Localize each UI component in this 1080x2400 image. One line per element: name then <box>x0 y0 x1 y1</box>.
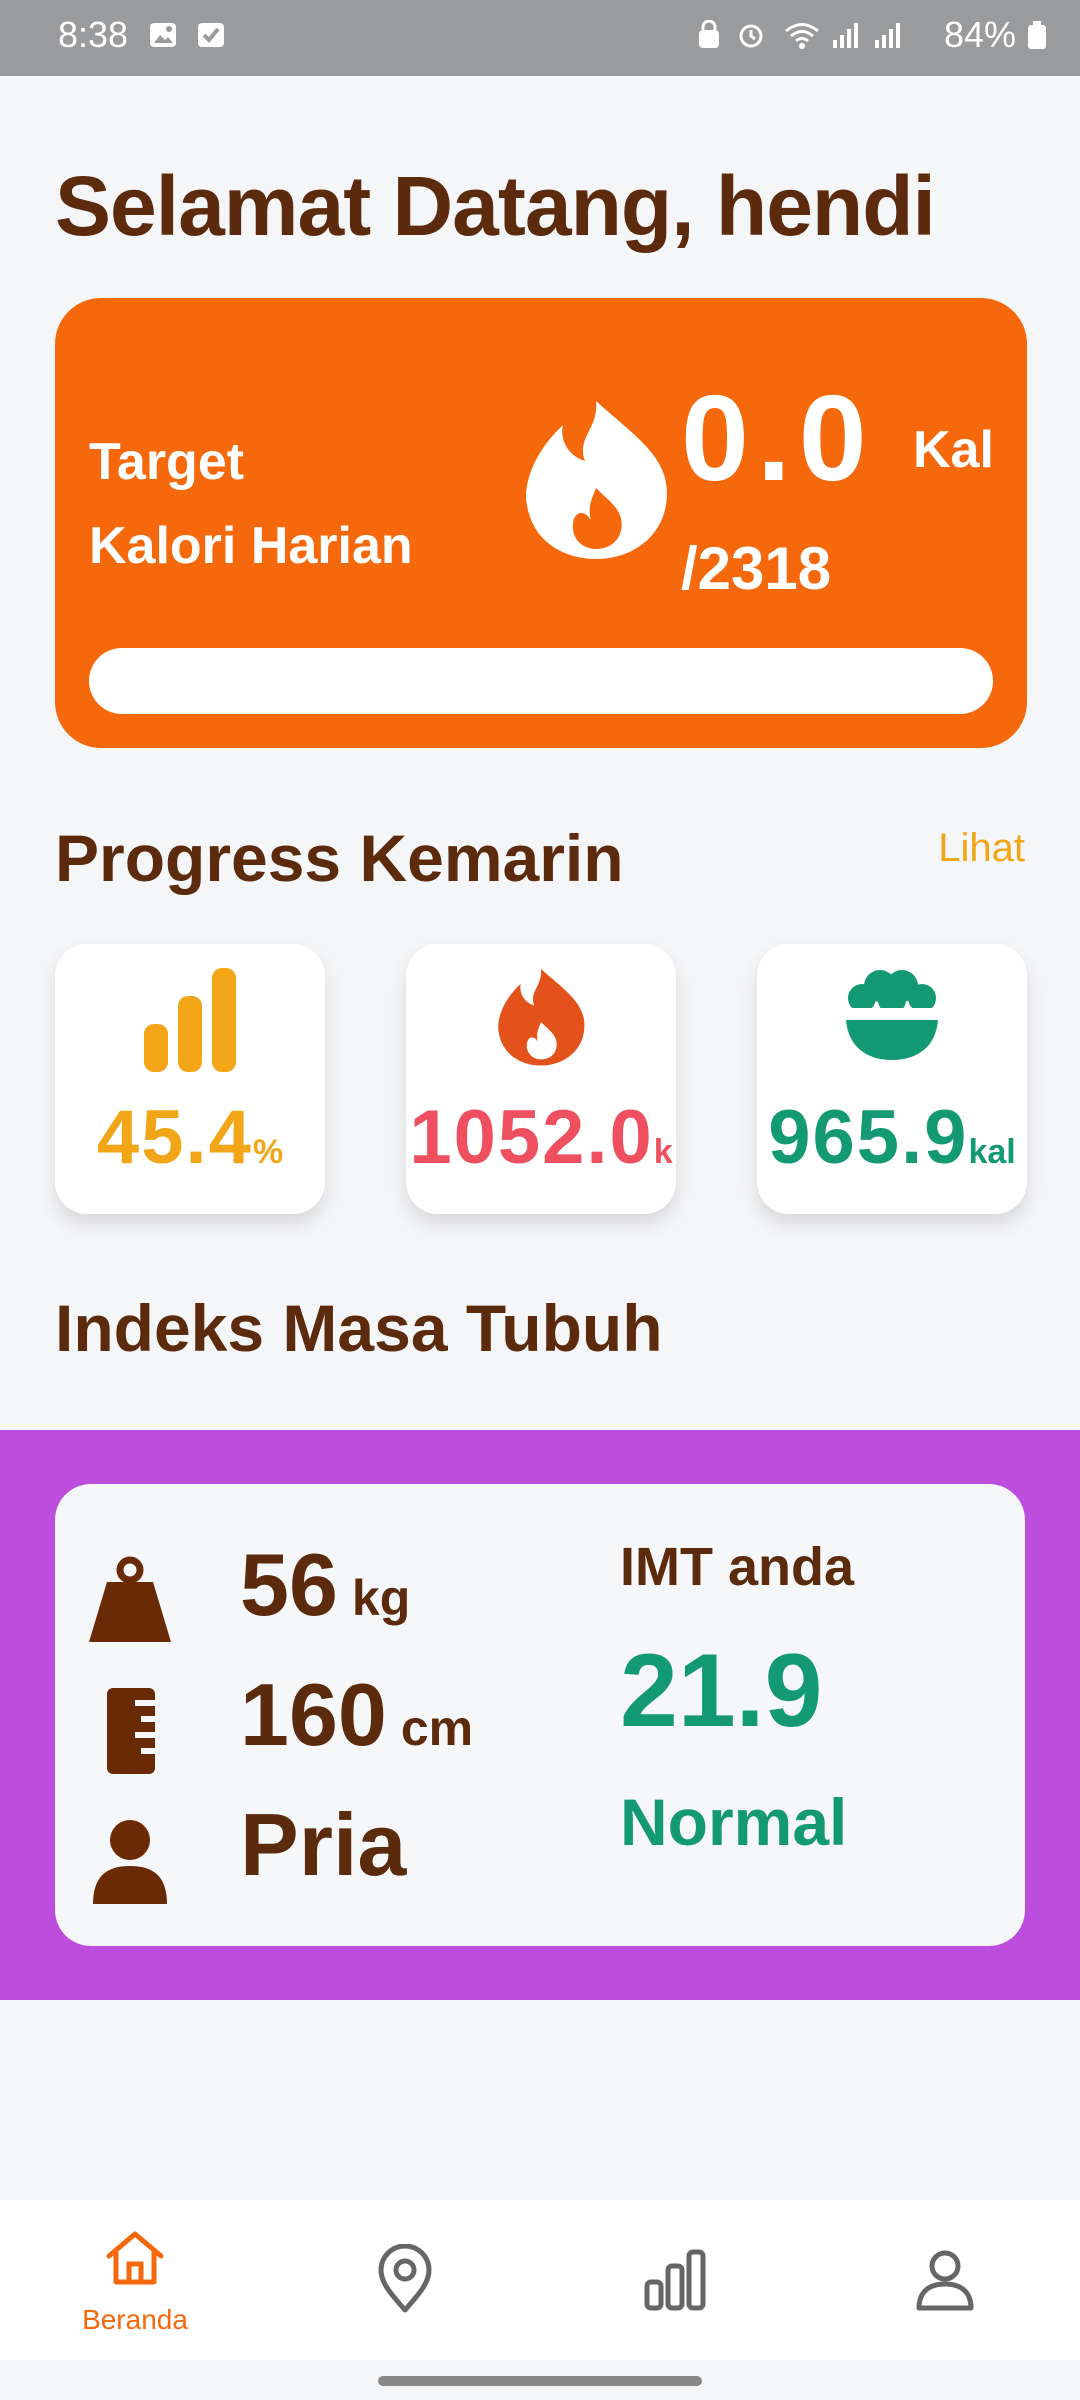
battery-level: 84% <box>943 14 1016 55</box>
location-icon <box>378 2244 432 2313</box>
calorie-target: /2318 <box>681 535 832 602</box>
stat-card-intake[interactable]: 965.9kal <box>757 944 1027 1214</box>
stat-card-percentage[interactable]: 45.4% <box>55 944 325 1214</box>
imt-value: 21.9 <box>620 1633 823 1749</box>
height-unit: cm <box>400 1700 474 1756</box>
fire-icon <box>526 401 667 559</box>
calorie-label-line1: Target <box>89 433 245 491</box>
stat-value-percentage: 45.4% <box>55 1094 325 1181</box>
imt-label: IMT anda <box>620 1537 855 1597</box>
stat-unit: % <box>252 1133 284 1171</box>
alarm-icon <box>739 24 763 48</box>
stat-number: 1052.0 <box>409 1095 654 1180</box>
stat-value-burned: 1052.0k <box>406 1094 676 1181</box>
calorie-target-label: Target Kalori Harian <box>89 420 489 588</box>
stat-unit: kal <box>968 1133 1016 1171</box>
height-row: 160 cm <box>55 1664 575 1784</box>
bottom-navigation: Beranda <box>0 2200 1080 2360</box>
weight-row: 56 kg <box>55 1534 575 1654</box>
calorie-progress-bar <box>89 648 993 714</box>
daily-calorie-card[interactable]: Target Kalori Harian 0.0 Kal /2318 <box>55 298 1027 748</box>
imt-card[interactable]: 56 kg 160 cm Pria IMT anda 21.9 Normal <box>55 1484 1025 1946</box>
signal-icon <box>833 23 858 48</box>
weight-unit: kg <box>351 1570 411 1626</box>
gender-row: Pria <box>55 1794 575 1914</box>
nav-item-profile[interactable] <box>810 2200 1080 2360</box>
weight-icon <box>89 1556 171 1642</box>
gallery-icon <box>150 23 176 47</box>
stat-value-intake: 965.9kal <box>757 1094 1027 1181</box>
gender-value: Pria <box>240 1794 406 1896</box>
height-number: 160 <box>240 1665 387 1764</box>
ruler-icon <box>107 1688 155 1774</box>
calorie-value: 0.0 <box>681 370 875 506</box>
imt-section-title: Indeks Masa Tubuh <box>55 1291 663 1365</box>
food-bowl-icon <box>842 970 942 1060</box>
wifi-icon <box>785 23 819 49</box>
calorie-label-line2: Kalori Harian <box>89 517 413 575</box>
stat-unit: k <box>653 1133 673 1171</box>
stat-number: 965.9 <box>768 1095 969 1180</box>
status-time: 8:38 <box>58 14 129 55</box>
page-title: Selamat Datang, hendi <box>55 159 936 253</box>
lock-icon <box>699 20 719 48</box>
bar-chart-icon <box>644 2249 706 2311</box>
nav-item-statistics[interactable] <box>540 2200 810 2360</box>
nav-label-home: Beranda <box>82 2304 188 2335</box>
stat-number: 45.4 <box>96 1095 253 1180</box>
weight-value: 56 kg <box>240 1534 410 1636</box>
imt-status: Normal <box>620 1785 848 1859</box>
home-icon <box>106 2231 164 2285</box>
weight-number: 56 <box>240 1535 338 1634</box>
signal-icon <box>875 23 900 48</box>
fire-icon <box>498 968 585 1066</box>
battery-icon <box>1028 21 1046 49</box>
nav-item-location[interactable] <box>270 2200 540 2360</box>
stat-card-burned[interactable]: 1052.0k <box>406 944 676 1214</box>
see-progress-link[interactable]: Lihat <box>938 826 1025 871</box>
height-value: 160 cm <box>240 1664 473 1766</box>
progress-section-title: Progress Kemarin <box>55 821 624 895</box>
status-bar: 8:38 84% <box>0 0 1080 76</box>
imt-section: 56 kg 160 cm Pria IMT anda 21.9 Normal <box>0 1430 1080 2000</box>
person-icon <box>93 1820 167 1904</box>
bar-chart-icon <box>144 968 236 1072</box>
nav-item-home[interactable]: Beranda <box>0 2200 270 2360</box>
gender-text: Pria <box>240 1795 407 1894</box>
gesture-bar[interactable] <box>378 2376 702 2386</box>
checkbox-icon <box>198 23 224 47</box>
calorie-unit: Kal <box>913 421 994 479</box>
profile-icon <box>916 2250 974 2311</box>
